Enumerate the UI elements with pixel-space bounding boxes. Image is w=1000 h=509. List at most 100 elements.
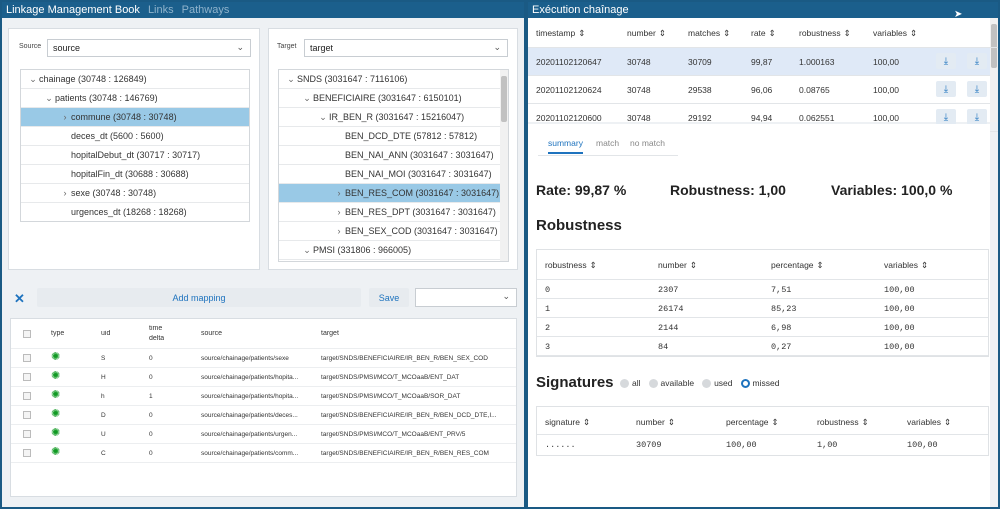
tree-node[interactable]: ⌄ IR_BEN_R (3031647 : 15216047) <box>279 108 508 127</box>
tree-node[interactable]: urgences_dt (18268 : 18268) <box>21 203 249 221</box>
col-percentage[interactable]: percentage ⇕ <box>771 260 824 271</box>
filter-all[interactable]: all <box>620 378 641 389</box>
tree-node[interactable]: ⌄ SNDS (3031647 : 7116106) <box>279 70 508 89</box>
col-target[interactable]: target <box>321 330 339 337</box>
row-checkbox[interactable] <box>23 449 31 459</box>
col-robustness[interactable]: robustness ⇕ <box>817 417 869 428</box>
col-variables[interactable]: variables ⇕ <box>884 260 928 271</box>
tree-node[interactable]: BEN_NAI_MOI (3031647 : 3031647) <box>279 165 508 184</box>
sort-icon[interactable]: ⇕ <box>659 28 666 38</box>
sort-icon[interactable]: ⇕ <box>844 28 851 38</box>
col-number[interactable]: number ⇕ <box>636 417 675 428</box>
radio-button[interactable] <box>702 379 712 389</box>
col-type[interactable]: type <box>51 330 64 337</box>
save-button[interactable]: Save <box>369 288 409 307</box>
chevron-down-icon[interactable]: ⌄ <box>301 93 313 104</box>
chevron-right-icon[interactable]: › <box>333 226 345 236</box>
chevron-down-icon[interactable]: ⌄ <box>27 74 39 85</box>
sort-icon[interactable]: ⇕ <box>723 28 730 38</box>
col-variables[interactable]: variables ⇕ <box>873 28 917 39</box>
checkbox[interactable] <box>23 430 31 438</box>
col-robustness[interactable]: robustness ⇕ <box>799 28 851 39</box>
chevron-down-icon[interactable]: ⌄ <box>317 112 329 123</box>
sort-icon[interactable]: ⇕ <box>910 28 917 38</box>
tab-summary[interactable]: summary <box>548 138 583 154</box>
radio-button[interactable] <box>620 379 629 389</box>
row-checkbox[interactable] <box>23 354 31 364</box>
tab-no-match[interactable]: no match <box>630 138 665 148</box>
radio-button[interactable] <box>648 379 658 389</box>
sort-icon[interactable]: ⇕ <box>944 417 951 427</box>
sort-icon[interactable]: ⇕ <box>668 417 675 427</box>
download-icon[interactable]: ⤓ <box>967 53 987 69</box>
tree-node[interactable]: › sexe (30748 : 30748) <box>21 184 249 203</box>
col-number[interactable]: number ⇕ <box>658 260 697 271</box>
tree-node[interactable]: ⌄ BENEFICIAIRE (3031647 : 6150101) <box>279 89 508 108</box>
sort-icon[interactable]: ⇕ <box>590 260 597 270</box>
target-tree-scrollbar[interactable] <box>500 70 508 261</box>
checkbox[interactable] <box>23 392 31 400</box>
sort-icon[interactable]: ⇕ <box>690 260 697 270</box>
target-select[interactable]: target ⌄ <box>304 39 508 57</box>
tree-node[interactable]: hopitalFin_dt (30688 : 30688) <box>21 165 249 184</box>
tree-node[interactable]: ⌄ PMSI (331806 : 966005) <box>279 241 508 260</box>
tree-node[interactable]: › BEN_RES_DPT (3031647 : 3031647) <box>279 203 508 222</box>
col-matches[interactable]: matches ⇕ <box>688 28 730 39</box>
add-mapping-button[interactable]: Add mapping <box>37 288 361 307</box>
tree-node[interactable]: BEN_DCD_DTE (57812 : 57812) <box>279 127 508 146</box>
tree-node[interactable]: › commune (30748 : 30748) <box>21 108 249 127</box>
col-robustness[interactable]: robustness ⇕ <box>545 260 597 271</box>
table-row[interactable]: ✺ h 1 source/chainage/patients/hopita... tar… <box>11 387 516 406</box>
checkbox[interactable] <box>23 411 31 419</box>
tree-node[interactable]: BEN_NAI_ANN (3031647 : 3031647) <box>279 146 508 165</box>
tab-match[interactable]: match <box>596 138 619 148</box>
row-checkbox[interactable] <box>23 392 31 402</box>
col-signature[interactable]: signature ⇕ <box>545 417 590 428</box>
filter-available[interactable]: available <box>648 378 694 389</box>
download-icon[interactable]: ⤓ <box>936 53 956 69</box>
chevron-right-icon[interactable]: › <box>59 188 71 198</box>
checkbox[interactable] <box>23 373 31 381</box>
chevron-right-icon[interactable]: › <box>333 207 345 217</box>
filter-used[interactable]: used <box>702 378 733 389</box>
chevron-down-icon[interactable]: ⌄ <box>285 74 297 85</box>
col-time[interactable]: time <box>149 325 162 332</box>
tree-node[interactable]: deces_dt (5600 : 5600) <box>21 127 249 146</box>
col-timestamp[interactable]: timestamp ⇕ <box>536 28 585 39</box>
col-uid[interactable]: uid <box>101 330 110 337</box>
filter-missed[interactable]: missed <box>740 378 779 389</box>
chevron-right-icon[interactable]: › <box>333 188 345 198</box>
row-checkbox[interactable] <box>23 411 31 421</box>
download-icon[interactable]: ⤓ <box>967 109 987 125</box>
close-icon[interactable]: ✕ <box>14 291 25 307</box>
sort-icon[interactable]: ⇕ <box>772 417 779 427</box>
sort-icon[interactable]: ⇕ <box>769 28 776 38</box>
tree-node[interactable]: hopitalDebut_dt (30717 : 30717) <box>21 146 249 165</box>
checkbox[interactable] <box>23 354 31 362</box>
select-all-checkbox[interactable] <box>23 330 31 340</box>
sort-icon[interactable]: ⇕ <box>583 417 590 427</box>
checkbox[interactable] <box>23 449 31 457</box>
sort-icon[interactable]: ⇕ <box>921 260 928 270</box>
download-icon[interactable]: ⤓ <box>936 81 956 97</box>
table-row[interactable]: ✺ U 0 source/chainage/patients/urgen... targ… <box>11 425 516 444</box>
tree-node[interactable]: › BEN_RES_COM (3031647 : 3031647).. <box>279 184 508 203</box>
table-row[interactable]: ✺ C 0 source/chainage/patients/comm... targe… <box>11 444 516 463</box>
col-rate[interactable]: rate ⇕ <box>751 28 776 39</box>
mapping-select[interactable]: ⌄ <box>415 288 517 307</box>
table-row[interactable]: ✺ D 0 source/chainage/patients/deces... targ… <box>11 406 516 425</box>
col-variables[interactable]: variables ⇕ <box>907 417 951 428</box>
col-number[interactable]: number ⇕ <box>627 28 666 39</box>
table-row[interactable]: ✺ S 0 source/chainage/patients/sexe target/S… <box>11 349 516 368</box>
run-row[interactable]: 20201102120624 30748 29538 96,06 0.08765 100,… <box>528 76 998 104</box>
table-row[interactable]: ✺ H 0 source/chainage/patients/hopita... tar… <box>11 368 516 387</box>
radio-button[interactable] <box>740 379 750 389</box>
source-select[interactable]: source ⌄ <box>47 39 251 57</box>
sort-icon[interactable]: ⇕ <box>862 417 869 427</box>
row-checkbox[interactable] <box>23 373 31 383</box>
scroll-thumb[interactable] <box>501 76 507 122</box>
col-source[interactable]: source <box>201 330 222 337</box>
chevron-down-icon[interactable]: ⌄ <box>43 93 55 104</box>
tree-node[interactable]: › BEN_SEX_COD (3031647 : 3031647) <box>279 222 508 241</box>
download-icon[interactable]: ⤓ <box>967 81 987 97</box>
